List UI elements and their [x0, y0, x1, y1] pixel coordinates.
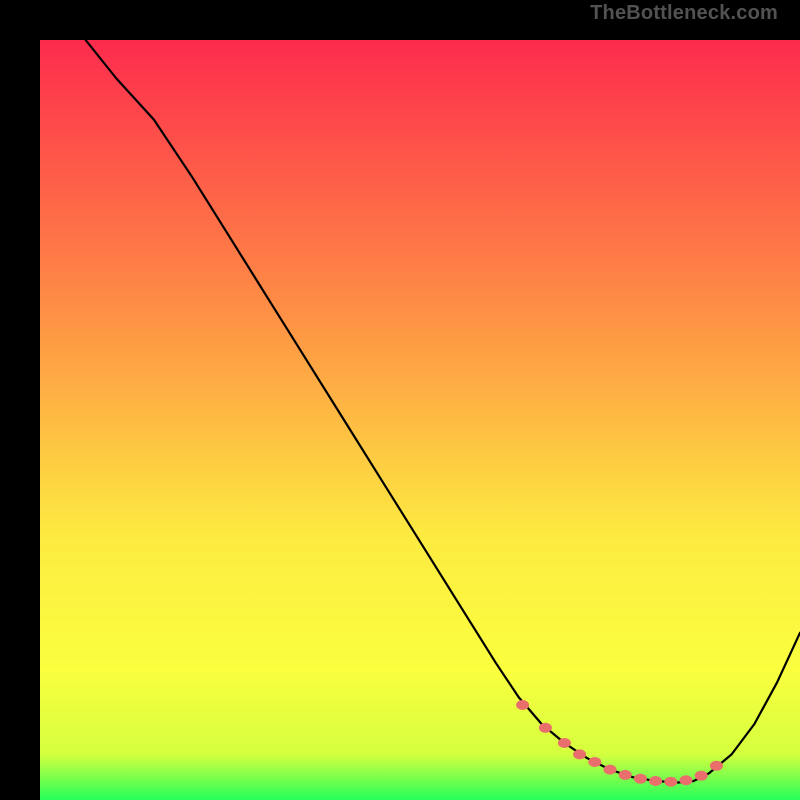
valley-marker: [573, 749, 586, 759]
valley-marker: [680, 775, 693, 785]
valley-marker: [516, 700, 529, 710]
valley-marker: [634, 774, 647, 784]
gradient-background: [40, 40, 800, 800]
chart-svg: [40, 40, 800, 800]
valley-marker: [710, 761, 723, 771]
valley-marker: [664, 777, 677, 787]
valley-marker: [539, 723, 552, 733]
valley-marker: [695, 771, 708, 781]
valley-marker: [619, 770, 632, 780]
valley-marker: [604, 765, 617, 775]
watermark-text: TheBottleneck.com: [590, 2, 778, 25]
chart-frame: [20, 20, 780, 780]
valley-marker: [558, 738, 571, 748]
valley-marker: [588, 757, 601, 767]
valley-marker: [649, 776, 662, 786]
